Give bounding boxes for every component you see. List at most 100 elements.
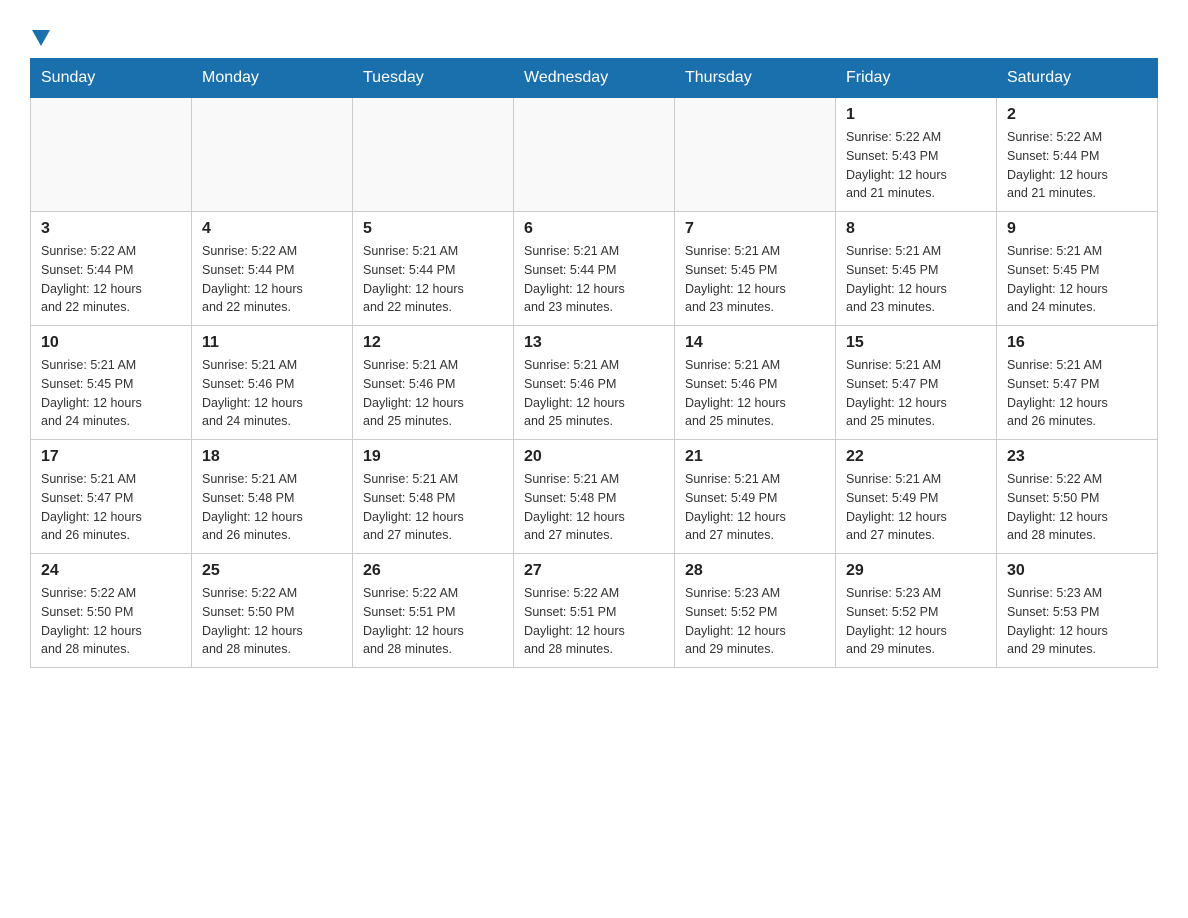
day-info: Sunrise: 5:22 AMSunset: 5:44 PMDaylight:…	[1007, 128, 1147, 203]
calendar-day-cell: 2 Sunrise: 5:22 AMSunset: 5:44 PMDaylight…	[997, 98, 1158, 212]
day-number: 11	[202, 334, 342, 352]
day-info: Sunrise: 5:22 AMSunset: 5:51 PMDaylight:…	[363, 584, 503, 659]
day-info: Sunrise: 5:21 AMSunset: 5:46 PMDaylight:…	[202, 356, 342, 431]
calendar-day-cell: 23Sunrise: 5:22 AMSunset: 5:50 PMDayligh…	[997, 440, 1158, 554]
calendar-day-cell: 1 Sunrise: 5:22 AMSunset: 5:43 PMDaylight…	[836, 98, 997, 212]
day-info: Sunrise: 5:22 AMSunset: 5:43 PMDaylight:…	[846, 128, 986, 203]
calendar-week-row: 10 Sunrise: 5:21 AMSunset: 5:45 PMDayligh…	[31, 326, 1158, 440]
day-number: 25	[202, 562, 342, 580]
calendar-week-row: 24Sunrise: 5:22 AMSunset: 5:50 PMDayligh…	[31, 554, 1158, 668]
page-header	[30, 20, 1158, 48]
calendar-day-cell: 10 Sunrise: 5:21 AMSunset: 5:45 PMDayligh…	[31, 326, 192, 440]
calendar-day-cell: 11 Sunrise: 5:21 AMSunset: 5:46 PMDayligh…	[192, 326, 353, 440]
day-info: Sunrise: 5:22 AMSunset: 5:50 PMDaylight:…	[1007, 470, 1147, 545]
day-info: Sunrise: 5:22 AMSunset: 5:51 PMDaylight:…	[524, 584, 664, 659]
day-info: Sunrise: 5:21 AMSunset: 5:44 PMDaylight:…	[524, 242, 664, 317]
day-info: Sunrise: 5:23 AMSunset: 5:52 PMDaylight:…	[846, 584, 986, 659]
calendar-week-row: 17 Sunrise: 5:21 AMSunset: 5:47 PMDayligh…	[31, 440, 1158, 554]
day-info: Sunrise: 5:21 AMSunset: 5:48 PMDaylight:…	[202, 470, 342, 545]
weekday-header: Monday	[192, 59, 353, 98]
weekday-header: Friday	[836, 59, 997, 98]
calendar-day-cell: 21 Sunrise: 5:21 AMSunset: 5:49 PMDayligh…	[675, 440, 836, 554]
calendar-day-cell: 8 Sunrise: 5:21 AMSunset: 5:45 PMDaylight…	[836, 212, 997, 326]
day-number: 26	[363, 562, 503, 580]
day-number: 13	[524, 334, 664, 352]
day-number: 1	[846, 106, 986, 124]
day-number: 4	[202, 220, 342, 238]
calendar-day-cell: 12 Sunrise: 5:21 AMSunset: 5:46 PMDayligh…	[353, 326, 514, 440]
calendar-week-row: 3 Sunrise: 5:22 AMSunset: 5:44 PMDaylight…	[31, 212, 1158, 326]
day-info: Sunrise: 5:21 AMSunset: 5:48 PMDaylight:…	[524, 470, 664, 545]
day-number: 3	[41, 220, 181, 238]
day-number: 6	[524, 220, 664, 238]
day-info: Sunrise: 5:23 AMSunset: 5:52 PMDaylight:…	[685, 584, 825, 659]
day-info: Sunrise: 5:21 AMSunset: 5:45 PMDaylight:…	[846, 242, 986, 317]
weekday-header-row: SundayMondayTuesdayWednesdayThursdayFrid…	[31, 59, 1158, 98]
weekday-header: Saturday	[997, 59, 1158, 98]
day-number: 20	[524, 448, 664, 466]
calendar-day-cell: 15Sunrise: 5:21 AMSunset: 5:47 PMDayligh…	[836, 326, 997, 440]
calendar-day-cell: 6 Sunrise: 5:21 AMSunset: 5:44 PMDaylight…	[514, 212, 675, 326]
calendar-week-row: 1 Sunrise: 5:22 AMSunset: 5:43 PMDaylight…	[31, 98, 1158, 212]
calendar-day-cell: 30 Sunrise: 5:23 AMSunset: 5:53 PMDayligh…	[997, 554, 1158, 668]
day-info: Sunrise: 5:21 AMSunset: 5:45 PMDaylight:…	[41, 356, 181, 431]
calendar-day-cell: 14 Sunrise: 5:21 AMSunset: 5:46 PMDayligh…	[675, 326, 836, 440]
day-number: 22	[846, 448, 986, 466]
day-number: 30	[1007, 562, 1147, 580]
day-number: 16	[1007, 334, 1147, 352]
calendar-day-cell: 20 Sunrise: 5:21 AMSunset: 5:48 PMDayligh…	[514, 440, 675, 554]
logo	[30, 30, 50, 48]
day-number: 28	[685, 562, 825, 580]
day-info: Sunrise: 5:21 AMSunset: 5:48 PMDaylight:…	[363, 470, 503, 545]
day-number: 8	[846, 220, 986, 238]
day-number: 18	[202, 448, 342, 466]
calendar-day-cell	[675, 98, 836, 212]
day-number: 9	[1007, 220, 1147, 238]
calendar-day-cell: 27 Sunrise: 5:22 AMSunset: 5:51 PMDayligh…	[514, 554, 675, 668]
day-info: Sunrise: 5:21 AMSunset: 5:46 PMDaylight:…	[685, 356, 825, 431]
calendar-table: SundayMondayTuesdayWednesdayThursdayFrid…	[30, 58, 1158, 668]
calendar-day-cell: 18 Sunrise: 5:21 AMSunset: 5:48 PMDayligh…	[192, 440, 353, 554]
day-info: Sunrise: 5:22 AMSunset: 5:50 PMDaylight:…	[41, 584, 181, 659]
day-number: 5	[363, 220, 503, 238]
day-number: 29	[846, 562, 986, 580]
day-info: Sunrise: 5:23 AMSunset: 5:53 PMDaylight:…	[1007, 584, 1147, 659]
day-number: 27	[524, 562, 664, 580]
day-info: Sunrise: 5:21 AMSunset: 5:44 PMDaylight:…	[363, 242, 503, 317]
day-number: 17	[41, 448, 181, 466]
day-number: 14	[685, 334, 825, 352]
day-info: Sunrise: 5:21 AMSunset: 5:46 PMDaylight:…	[363, 356, 503, 431]
calendar-day-cell: 13 Sunrise: 5:21 AMSunset: 5:46 PMDayligh…	[514, 326, 675, 440]
calendar-day-cell: 25Sunrise: 5:22 AMSunset: 5:50 PMDayligh…	[192, 554, 353, 668]
calendar-day-cell	[514, 98, 675, 212]
calendar-day-cell: 5 Sunrise: 5:21 AMSunset: 5:44 PMDaylight…	[353, 212, 514, 326]
day-number: 10	[41, 334, 181, 352]
calendar-day-cell: 26 Sunrise: 5:22 AMSunset: 5:51 PMDayligh…	[353, 554, 514, 668]
calendar-day-cell: 3 Sunrise: 5:22 AMSunset: 5:44 PMDaylight…	[31, 212, 192, 326]
day-number: 7	[685, 220, 825, 238]
calendar-day-cell	[31, 98, 192, 212]
day-info: Sunrise: 5:21 AMSunset: 5:49 PMDaylight:…	[685, 470, 825, 545]
day-number: 12	[363, 334, 503, 352]
weekday-header: Wednesday	[514, 59, 675, 98]
day-info: Sunrise: 5:21 AMSunset: 5:47 PMDaylight:…	[1007, 356, 1147, 431]
weekday-header: Sunday	[31, 59, 192, 98]
day-info: Sunrise: 5:21 AMSunset: 5:45 PMDaylight:…	[685, 242, 825, 317]
day-info: Sunrise: 5:22 AMSunset: 5:44 PMDaylight:…	[202, 242, 342, 317]
day-info: Sunrise: 5:21 AMSunset: 5:46 PMDaylight:…	[524, 356, 664, 431]
calendar-day-cell: 4 Sunrise: 5:22 AMSunset: 5:44 PMDaylight…	[192, 212, 353, 326]
calendar-day-cell	[192, 98, 353, 212]
day-number: 2	[1007, 106, 1147, 124]
day-number: 21	[685, 448, 825, 466]
day-info: Sunrise: 5:21 AMSunset: 5:49 PMDaylight:…	[846, 470, 986, 545]
calendar-day-cell: 28 Sunrise: 5:23 AMSunset: 5:52 PMDayligh…	[675, 554, 836, 668]
calendar-day-cell: 17 Sunrise: 5:21 AMSunset: 5:47 PMDayligh…	[31, 440, 192, 554]
calendar-day-cell: 7 Sunrise: 5:21 AMSunset: 5:45 PMDaylight…	[675, 212, 836, 326]
weekday-header: Tuesday	[353, 59, 514, 98]
day-number: 15	[846, 334, 986, 352]
calendar-day-cell: 16 Sunrise: 5:21 AMSunset: 5:47 PMDayligh…	[997, 326, 1158, 440]
day-info: Sunrise: 5:21 AMSunset: 5:47 PMDaylight:…	[41, 470, 181, 545]
day-info: Sunrise: 5:22 AMSunset: 5:44 PMDaylight:…	[41, 242, 181, 317]
day-info: Sunrise: 5:21 AMSunset: 5:45 PMDaylight:…	[1007, 242, 1147, 317]
logo-triangle-icon	[32, 30, 50, 46]
